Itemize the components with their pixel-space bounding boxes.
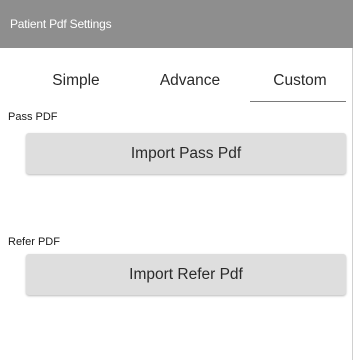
- panel-title: Patient Pdf Settings: [0, 0, 353, 48]
- selected-tab-indicator: [250, 101, 346, 102]
- patient-pdf-settings-panel: Patient Pdf Settings Simple Advance Cust…: [0, 0, 353, 360]
- pass-pdf-label: Pass PDF: [8, 111, 58, 123]
- tab-simple[interactable]: Simple: [28, 72, 124, 96]
- import-pass-pdf-button[interactable]: Import Pass Pdf: [26, 133, 346, 174]
- tab-advance[interactable]: Advance: [140, 72, 240, 96]
- refer-pdf-label: Refer PDF: [8, 236, 60, 248]
- tab-custom[interactable]: Custom: [252, 72, 348, 96]
- import-refer-pdf-button[interactable]: Import Refer Pdf: [26, 254, 346, 295]
- tab-bar: Simple Advance Custom: [0, 48, 353, 102]
